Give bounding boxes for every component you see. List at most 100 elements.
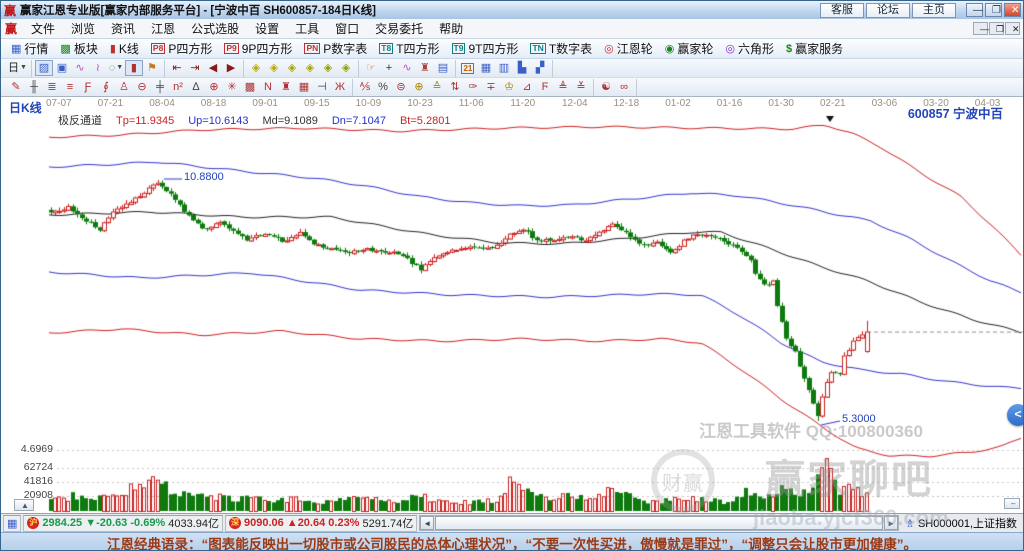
mdi-minimize-button[interactable]: —: [973, 22, 989, 35]
right-triangle-icon[interactable]: ⊿: [518, 79, 536, 95]
p-number-table-button[interactable]: PN P数字表: [298, 40, 373, 58]
kline-button[interactable]: ▮ K线: [104, 40, 145, 58]
marker-style-selector[interactable]: ◌ ▼: [107, 60, 125, 76]
menu-item-6[interactable]: 工具: [287, 18, 327, 39]
first-page-icon[interactable]: ⇤: [168, 60, 186, 76]
gann-star-icon[interactable]: ✳: [223, 79, 241, 95]
wave2-tool-icon[interactable]: ≀: [89, 60, 107, 76]
calculator-icon[interactable]: ▦: [477, 60, 495, 76]
freeline-icon[interactable]: ∿: [398, 60, 416, 76]
f-angle-icon[interactable]: Ϝ: [536, 79, 554, 95]
next-page-icon[interactable]: ▶: [222, 60, 240, 76]
menu-item-3[interactable]: 江恩: [143, 18, 183, 39]
last-page-icon[interactable]: ⇥: [186, 60, 204, 76]
percent-line-icon[interactable]: ⅍: [356, 79, 374, 95]
calendar-icon[interactable]: 21: [459, 60, 477, 76]
gann-angle3-icon[interactable]: ◈: [283, 60, 301, 76]
menu-item-7[interactable]: 窗口: [327, 18, 367, 39]
gold-section-icon[interactable]: ≙: [428, 79, 446, 95]
percent-icon[interactable]: %: [374, 79, 392, 95]
mdi-close-button[interactable]: ✕: [1005, 22, 1020, 35]
9t-square-button[interactable]: T9 9T四方形: [446, 40, 525, 58]
gann-fan2-icon[interactable]: ◈: [337, 60, 355, 76]
grid-lines-icon[interactable]: ╫: [25, 79, 43, 95]
prev-page-icon[interactable]: ◀: [204, 60, 222, 76]
menu-item-1[interactable]: 浏览: [63, 18, 103, 39]
close-button[interactable]: ✕: [1004, 3, 1021, 17]
star-lines-icon[interactable]: Ж: [331, 79, 349, 95]
menu-item-8[interactable]: 交易委托: [367, 18, 431, 39]
angle-tool-icon[interactable]: ∆: [187, 79, 205, 95]
chart-style-icon[interactable]: ▨: [34, 60, 53, 76]
menu-item-2[interactable]: 资讯: [103, 18, 143, 39]
minimize-button[interactable]: —: [966, 3, 983, 17]
square-of-nine-icon[interactable]: n²: [169, 79, 187, 95]
homepage-button[interactable]: 主页: [912, 2, 956, 18]
gann-castle-icon[interactable]: ♜: [416, 60, 434, 76]
price-grid-icon[interactable]: ▩: [241, 79, 259, 95]
kline-chart-canvas[interactable]: [1, 97, 1023, 513]
yinyang-icon[interactable]: ☯: [597, 79, 615, 95]
keyboard-wizard-button[interactable]: ▦: [3, 514, 22, 532]
restore-button[interactable]: ❐: [985, 3, 1002, 17]
annotate-icon[interactable]: ✑: [464, 79, 482, 95]
t-square-button[interactable]: T8 T四方形: [373, 40, 445, 58]
ruler-icon[interactable]: ⊣: [313, 79, 331, 95]
menu-item-4[interactable]: 公式选股: [183, 18, 247, 39]
wave-tool-icon[interactable]: ∿: [71, 60, 89, 76]
scrollbar-thumb[interactable]: [435, 516, 884, 530]
crosshair-icon[interactable]: +: [380, 60, 398, 76]
fib-tool-icon[interactable]: Ƒ: [79, 79, 97, 95]
winner-service-button[interactable]: $ 赢家服务: [780, 40, 849, 58]
infinity-icon[interactable]: ∞: [615, 79, 633, 95]
matrix-icon[interactable]: ▦: [295, 79, 313, 95]
scroll-left-arrow[interactable]: ◄: [420, 516, 435, 530]
horizontal-scrollbar[interactable]: ◄ ►: [419, 515, 900, 531]
pen-icon[interactable]: ✎: [7, 79, 25, 95]
pan-hand-icon[interactable]: ☞: [362, 60, 380, 76]
expand-volume-button[interactable]: ▲: [14, 499, 34, 511]
menu-item-5[interactable]: 设置: [247, 18, 287, 39]
v-line-icon[interactable]: ≚: [572, 79, 590, 95]
report-icon[interactable]: ▥: [495, 60, 513, 76]
candle-style-icon[interactable]: ▮: [124, 60, 143, 76]
gann-fan-icon[interactable]: ◈: [319, 60, 337, 76]
customer-service-button[interactable]: 客服: [820, 2, 864, 18]
bars-tool-icon[interactable]: ╪: [151, 79, 169, 95]
mdi-restore-button[interactable]: ❐: [989, 22, 1004, 35]
spiral-tool-icon[interactable]: ∮: [97, 79, 115, 95]
current-symbol-cell[interactable]: ♗ SH000001,上证指数: [901, 515, 1021, 531]
scroll-right-arrow[interactable]: ►: [884, 516, 899, 530]
sectors-button[interactable]: ▩ 板块: [54, 40, 103, 58]
menu-item-9[interactable]: 帮助: [431, 18, 471, 39]
collapse-panel-button[interactable]: –: [1004, 498, 1020, 509]
flag-tool-icon[interactable]: ⚑: [143, 60, 161, 76]
p-square-button[interactable]: P8 P四方形: [145, 40, 218, 58]
equal-circle-icon[interactable]: ⊜: [392, 79, 410, 95]
delta-line-icon[interactable]: ≜: [554, 79, 572, 95]
gann-wheel-button[interactable]: ◎ 江恩轮: [598, 40, 659, 58]
plus-minus-icon[interactable]: ∓: [482, 79, 500, 95]
hexagon-button[interactable]: ◎ 六角形: [719, 40, 780, 58]
gold-circle-icon[interactable]: ⊕: [410, 79, 428, 95]
forum-button[interactable]: 论坛: [866, 2, 910, 18]
winner-wheel-button[interactable]: ◉ 赢家轮: [659, 40, 720, 58]
pivot-tool-icon[interactable]: ♙: [115, 79, 133, 95]
gann-angle4-icon[interactable]: ◈: [301, 60, 319, 76]
quotes-button[interactable]: ▦ 行情: [5, 40, 54, 58]
gann-angle-icon[interactable]: ◈: [247, 60, 265, 76]
hline-icon[interactable]: ≡: [61, 79, 79, 95]
expand-sidebar-button[interactable]: <: [1007, 404, 1023, 426]
castle-grid-icon[interactable]: ♜: [277, 79, 295, 95]
period-daily-selector[interactable]: 日 ▼: [7, 60, 28, 76]
n-wave-icon[interactable]: Ν: [259, 79, 277, 95]
save-icon[interactable]: ▙: [513, 60, 531, 76]
crown-tool-icon[interactable]: ♔: [500, 79, 518, 95]
t-number-table-button[interactable]: TN T数字表: [524, 40, 598, 58]
layers-icon[interactable]: ▤: [434, 60, 452, 76]
trade-icon[interactable]: ▞: [531, 60, 549, 76]
updown-tool-icon[interactable]: ⇅: [446, 79, 464, 95]
board-view-icon[interactable]: ▣: [53, 60, 71, 76]
shenzhen-index-quote[interactable]: 深 9090.06 ▲20.64 0.23% 5291.74亿: [224, 514, 418, 532]
gann-circle-icon[interactable]: ⊕: [205, 79, 223, 95]
